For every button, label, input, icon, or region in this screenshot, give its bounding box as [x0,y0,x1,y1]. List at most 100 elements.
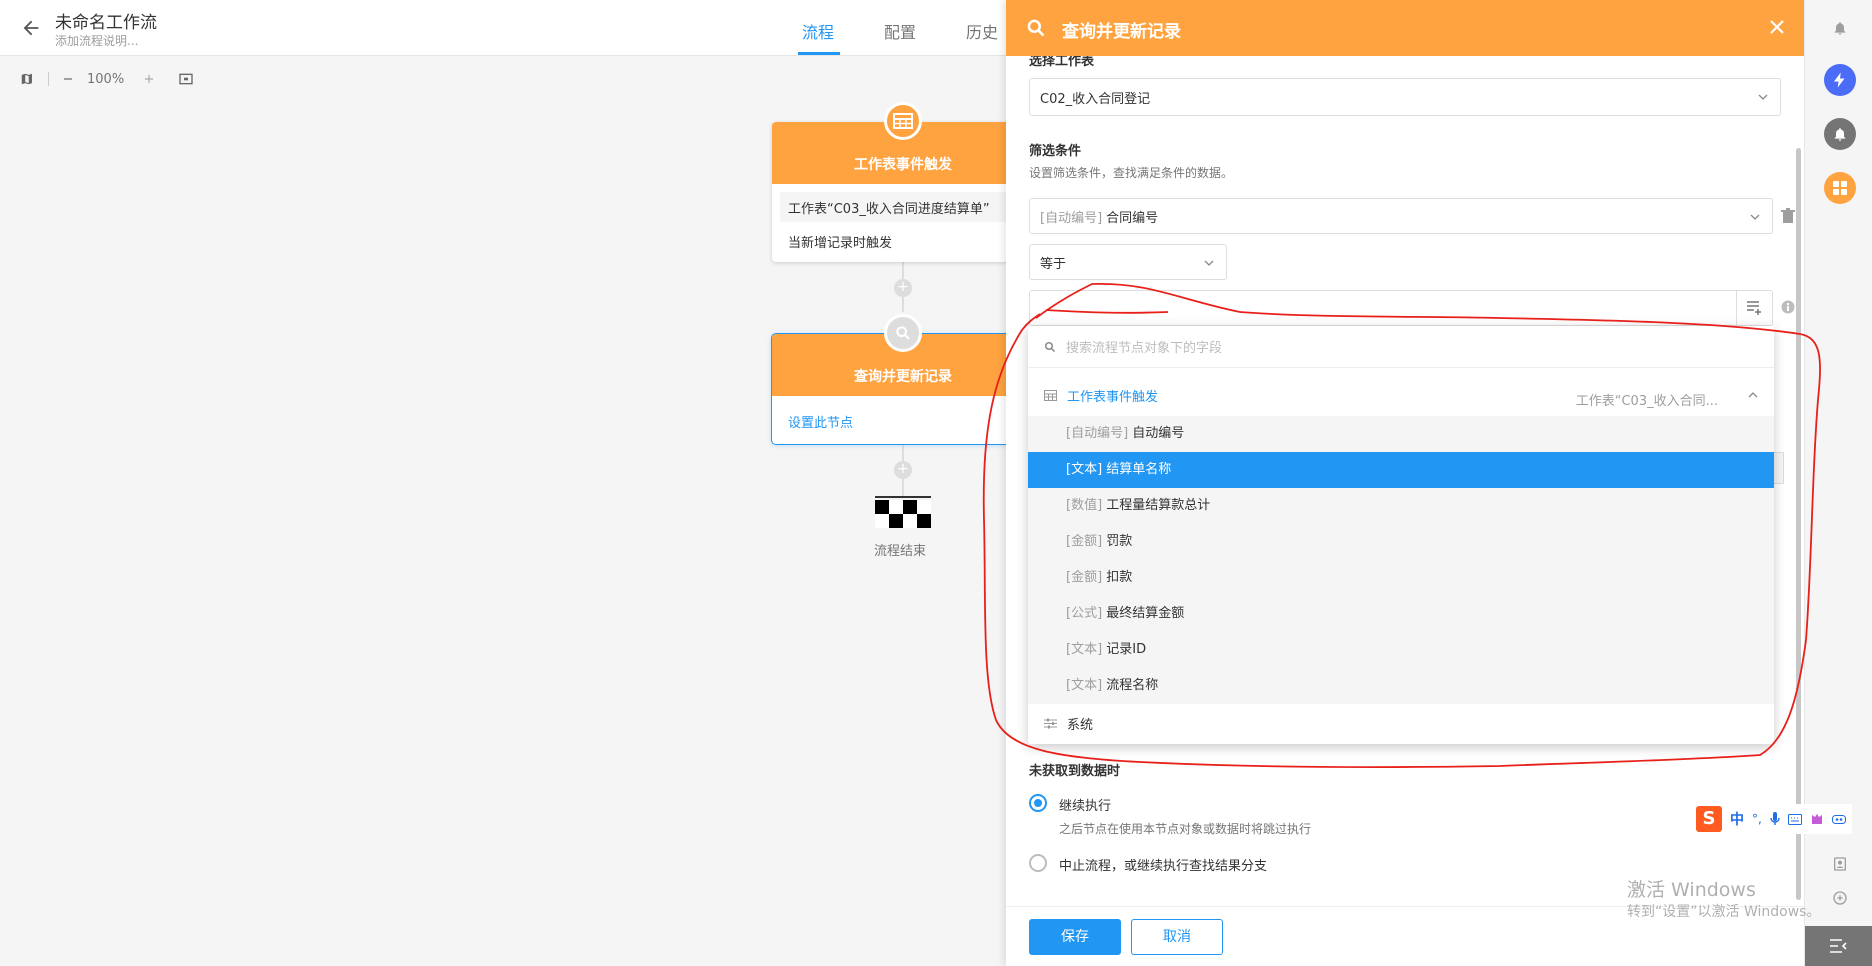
field-option-name: 记录ID [1106,642,1147,657]
field-option-name: 罚款 [1106,534,1133,549]
field-option-type: [文本] [1066,678,1103,693]
skin-icon[interactable] [1810,813,1824,825]
zoom-level: 100% [87,71,125,87]
active-tab-indicator [798,52,840,55]
add-node-button[interactable]: + [894,279,912,297]
configure-node-link[interactable]: 设置此节点 [772,396,1034,444]
field-option-type: [文本] [1066,642,1103,657]
chevron-down-icon [1750,214,1760,220]
field-option-type: [文本] [1066,462,1103,477]
fit-screen-icon[interactable] [178,71,194,87]
workflow-title[interactable]: 未命名工作流 [55,8,157,33]
field-option[interactable]: [金额] 扣款 [1028,560,1774,596]
ime-mode[interactable]: 中 [1730,809,1744,829]
field-option[interactable]: [公式] 最终结算金额 [1028,596,1774,632]
filter-hint: 设置筛选条件，查找满足条件的数据。 [1029,166,1234,180]
filter-field-type: [自动编号] [1040,210,1103,226]
minus-icon[interactable] [61,72,75,86]
apps-icon[interactable] [1824,172,1856,204]
continue-option-label[interactable]: 继续执行 [1059,795,1111,814]
panel-title: 查询并更新记录 [1062,22,1181,42]
table-icon [884,102,922,140]
microphone-icon[interactable] [1770,812,1780,826]
field-group-system[interactable]: 系统 [1028,704,1774,742]
ime-toolbar[interactable]: S 中 °, [1690,804,1852,834]
field-search-input[interactable]: 搜索流程节点对象下的字段 [1028,326,1774,368]
contacts-icon[interactable] [1824,848,1856,880]
lightning-icon[interactable] [1824,64,1856,96]
field-option-type: [金额] [1066,570,1103,585]
activation-watermark-hint: 转到“设置”以激活 Windows。 [1627,904,1821,920]
field-group-subtitle: 工作表“C03_收入合同... [1575,394,1718,409]
tab-config[interactable]: 配置 [884,19,916,43]
worksheet-select-value: C02_收入合同登记 [1040,91,1151,107]
stop-radio[interactable] [1029,854,1047,872]
field-option[interactable]: [自动编号] 自动编号 [1028,416,1774,452]
activation-watermark-title: 激活 Windows [1627,879,1756,901]
trash-icon[interactable] [1781,208,1795,224]
field-option-type: [金额] [1066,534,1103,549]
continue-radio[interactable] [1029,794,1047,812]
sliders-icon [1044,718,1057,728]
field-option-name: 结算单名称 [1106,462,1172,477]
field-option[interactable]: [金额] 罚款 [1028,524,1774,560]
tab-flow[interactable]: 流程 [802,19,834,43]
chevron-up-icon[interactable] [1748,390,1758,400]
field-option-name: 自动编号 [1132,426,1185,441]
canvas-toolbar: 100% [20,68,194,90]
field-option[interactable]: [文本] 记录ID [1028,632,1774,668]
continue-option-hint: 之后节点在使用本节点对象或数据时将跳过执行 [1059,822,1312,836]
field-option[interactable]: [数值] 工程量结算款总计 [1028,488,1774,524]
toolbox-icon[interactable] [1831,813,1846,825]
panel-header: 查询并更新记录 [1006,0,1804,56]
chevron-down-icon [1204,260,1214,266]
checkered-flag-icon [875,496,931,528]
trigger-node[interactable]: 工作表事件触发 工作表“C03_收入合同进度结算单” 当新增记录时触发 [772,122,1034,262]
field-option-name: 流程名称 [1106,678,1159,693]
add-node-button[interactable]: + [894,461,912,479]
cancel-button[interactable]: 取消 [1131,919,1223,955]
select-sheet-label: 选择工作表 [1029,56,1095,69]
panel-scrollbar[interactable] [1796,148,1801,900]
field-option-type: [自动编号] [1066,426,1129,441]
table-icon [1044,389,1057,401]
field-search-placeholder: 搜索流程节点对象下的字段 [1066,341,1223,356]
trigger-node-worksheet: 工作表“C03_收入合同进度结算单” [780,192,1026,222]
field-picker-dropdown: 搜索流程节点对象下的字段 工作表事件触发 工作表“C03_收入合同... [自动… [1028,326,1774,744]
workflow-description[interactable]: 添加流程说明... [55,32,138,49]
search-icon [1045,341,1056,352]
info-icon[interactable] [1781,300,1795,314]
panel-body: 选择工作表 C02_收入合同登记 筛选条件 设置筛选条件，查找满足条件的数据。 … [1006,56,1804,906]
close-icon[interactable] [1768,18,1786,36]
filter-field-select[interactable]: [自动编号] 合同编号 [1029,198,1773,234]
collapse-icon[interactable] [1805,926,1872,966]
stop-option-label[interactable]: 中止流程，或继续执行查找结果分支 [1059,855,1267,874]
field-option-selected[interactable]: [文本] 结算单名称 [1028,452,1774,488]
node-config-panel: 查询并更新记录 选择工作表 C02_收入合同登记 筛选条件 设置筛选条件，查找满… [1006,0,1804,966]
arrow-left-icon[interactable] [20,17,42,39]
chat-add-icon[interactable] [1824,882,1856,914]
trigger-node-condition: 当新增记录时触发 [788,236,893,251]
bell-icon[interactable] [1824,12,1856,44]
field-option-name: 最终结算金额 [1106,606,1185,621]
filter-value-input[interactable] [1029,290,1773,326]
notification-icon[interactable] [1824,118,1856,150]
field-option-type: [数值] [1066,498,1103,513]
plus-icon[interactable] [142,72,156,86]
ime-logo: S [1696,806,1722,832]
insert-field-icon[interactable] [1736,291,1772,325]
operator-select[interactable]: 等于 [1029,244,1227,280]
workflow-header: 未命名工作流 添加流程说明... 流程 配置 历史 [0,0,1006,56]
operator-value: 等于 [1040,256,1067,272]
tab-history[interactable]: 历史 [966,19,998,43]
worksheet-select[interactable]: C02_收入合同登记 [1029,78,1781,116]
keyboard-icon[interactable] [1787,813,1802,825]
filter-label: 筛选条件 [1029,144,1082,159]
field-group-trigger[interactable]: 工作表事件触发 工作表“C03_收入合同... [1028,368,1774,416]
field-option[interactable]: [文本] 流程名称 [1028,668,1774,704]
search-icon [884,314,922,352]
map-icon[interactable] [20,72,34,86]
save-button[interactable]: 保存 [1029,919,1121,955]
field-option-name: 工程量结算款总计 [1106,498,1211,513]
ime-punct[interactable]: °, [1752,812,1762,826]
